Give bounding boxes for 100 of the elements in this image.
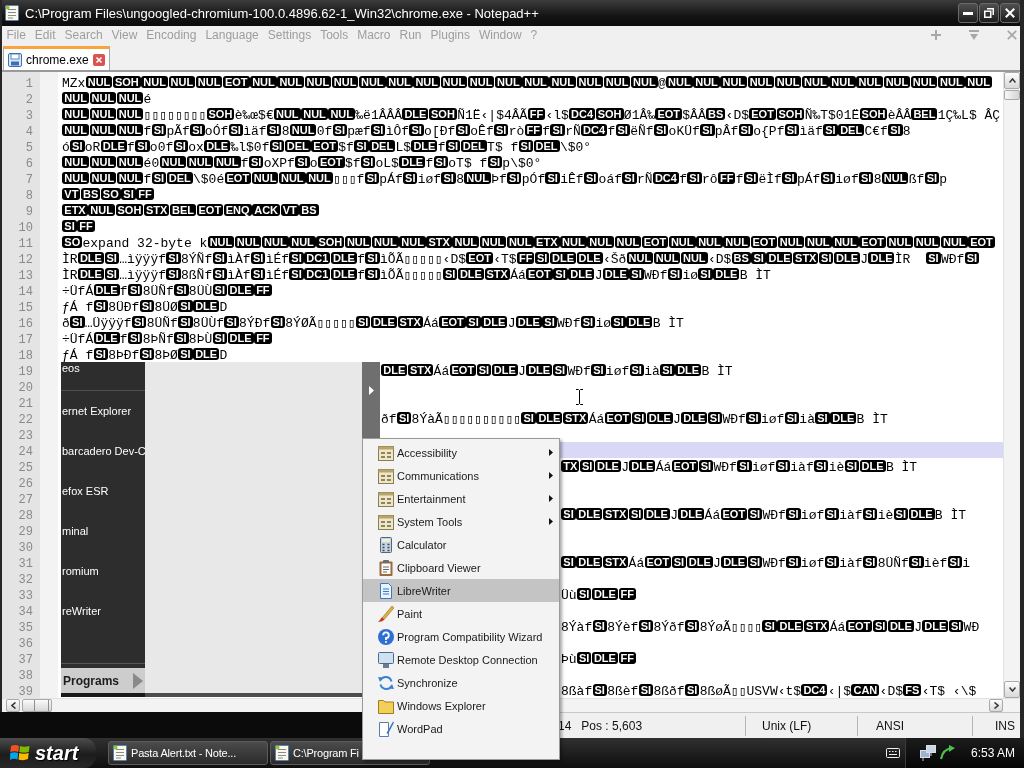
chevron-down-icon xyxy=(1008,687,1016,692)
start-menu-item[interactable]: minal xyxy=(61,511,145,551)
line-number: 12 xyxy=(18,253,33,267)
line-number: 16 xyxy=(18,317,33,331)
start-menu-item[interactable]: reWriter xyxy=(61,591,145,631)
restore-icon xyxy=(984,8,994,18)
minimize-button[interactable] xyxy=(958,3,978,23)
close-button[interactable] xyxy=(1000,3,1020,23)
code-line: VT BS SO SI FF xyxy=(62,188,155,202)
status-text: ANSI xyxy=(876,718,904,733)
start-menu-item[interactable]: ernet Explorer xyxy=(61,391,145,431)
document-icon xyxy=(378,582,394,599)
taskbar-button[interactable]: Pasta Alert.txt - Note... xyxy=(108,741,268,765)
line-number: 22 xyxy=(18,413,33,427)
caret-right-icon xyxy=(133,672,143,689)
submenu-item[interactable]: LibreWriter xyxy=(363,579,559,602)
notepad-icon xyxy=(274,745,290,761)
submenu-item[interactable]: Program Compatibility Wizard xyxy=(363,625,559,648)
folder-icon xyxy=(378,697,394,714)
submenu-item[interactable]: Paint xyxy=(363,602,559,625)
flag-logo-icon xyxy=(10,744,30,762)
caret-right-icon xyxy=(368,386,374,395)
line-number: 19 xyxy=(18,365,33,379)
scroll-right-button[interactable] xyxy=(989,699,1003,712)
line-number: 38 xyxy=(18,669,33,683)
caret-right-icon xyxy=(549,449,553,456)
line-number: 32 xyxy=(18,573,33,587)
start-menu-item[interactable]: eos xyxy=(61,362,145,390)
arrow-icon[interactable] xyxy=(939,745,955,761)
status-text: Pos : 5,603 xyxy=(581,718,643,733)
submenu-item[interactable]: WordPad xyxy=(363,717,559,740)
submenu-item[interactable]: Communications xyxy=(363,464,559,487)
submenu-item[interactable]: Calculator xyxy=(363,533,559,556)
program-group-icon xyxy=(378,444,394,461)
line-number: 28 xyxy=(18,509,33,523)
line-number: 17 xyxy=(18,333,33,347)
program-group-icon xyxy=(378,467,394,484)
submenu-item[interactable]: Synchronize xyxy=(363,671,559,694)
chevron-right-icon xyxy=(993,702,999,709)
close-icon[interactable] xyxy=(92,53,105,66)
line-number: 24 xyxy=(18,445,33,459)
submenu-item[interactable]: Entertainment xyxy=(363,487,559,510)
keyboard-icon[interactable] xyxy=(886,748,900,758)
chevron-up-icon xyxy=(1008,78,1016,83)
help-icon xyxy=(378,628,394,645)
line-number: 11 xyxy=(18,237,33,251)
notepad-icon xyxy=(4,5,20,21)
line-number: 18 xyxy=(18,349,33,363)
line-number: 21 xyxy=(18,397,33,411)
start-menu-item[interactable]: romium xyxy=(61,551,145,591)
status-text: INS xyxy=(995,718,1015,733)
line-number: 31 xyxy=(18,557,33,571)
start-menu-item[interactable]: barcadero Dev-C xyxy=(61,431,145,471)
programs-button[interactable]: Programs xyxy=(61,668,145,693)
caret-right-icon xyxy=(549,518,553,525)
scroll-up-button[interactable] xyxy=(1004,72,1020,89)
submenu-item[interactable]: Windows Explorer xyxy=(363,694,559,717)
caret-right-icon xyxy=(549,495,553,502)
scroll-left-button[interactable] xyxy=(6,699,20,712)
scroll-thumb[interactable] xyxy=(1004,90,1020,100)
clipboard-icon xyxy=(378,559,394,576)
line-number: 6 xyxy=(25,157,33,171)
line-number: 5 xyxy=(25,141,33,155)
line-number: 35 xyxy=(18,621,33,635)
line-number: 36 xyxy=(18,637,33,651)
submenu-item[interactable]: Remote Desktop Connection xyxy=(363,648,559,671)
restore-button[interactable] xyxy=(979,3,999,23)
start-button[interactable]: start xyxy=(0,738,96,768)
start-menu-item[interactable]: efox ESR xyxy=(61,471,145,511)
line-number: 8 xyxy=(25,189,33,203)
submenu-item[interactable]: Clipboard Viewer xyxy=(363,556,559,579)
line-number: 15 xyxy=(18,301,33,315)
circular-arrows-icon xyxy=(378,674,394,691)
line-number: 2 xyxy=(25,93,33,107)
minimize-icon xyxy=(963,11,973,15)
line-number: 14 xyxy=(18,285,33,299)
line-number: 25 xyxy=(18,461,33,475)
chevron-left-icon xyxy=(10,702,16,709)
program-group-icon xyxy=(378,490,394,507)
line-number: 4 xyxy=(25,125,33,139)
line-number: 27 xyxy=(18,493,33,507)
code-line: SI FF xyxy=(62,220,96,234)
i-beam-cursor-icon xyxy=(576,389,583,405)
line-number: 13 xyxy=(18,269,33,283)
code-line: ETX NUL SOH STX BEL EOT ENQ ACK VT BS xyxy=(62,204,319,218)
notepad-icon xyxy=(112,745,128,761)
line-number: 37 xyxy=(18,653,33,667)
line-number: 9 xyxy=(25,205,33,219)
scroll-down-button[interactable] xyxy=(1004,681,1020,698)
line-number: 33 xyxy=(18,589,33,603)
caret-right-icon xyxy=(549,472,553,479)
submenu-item[interactable]: System Tools xyxy=(363,510,559,533)
line-number: 7 xyxy=(25,173,33,187)
submenu-item[interactable]: Accessibility xyxy=(363,441,559,464)
scroll-thumb[interactable] xyxy=(22,699,52,712)
close-icon xyxy=(1005,8,1015,18)
tab[interactable]: chrome.exe xyxy=(3,46,110,70)
network-icon[interactable] xyxy=(920,745,936,761)
line-number: 34 xyxy=(18,605,33,619)
line-number: 1 xyxy=(25,77,33,91)
